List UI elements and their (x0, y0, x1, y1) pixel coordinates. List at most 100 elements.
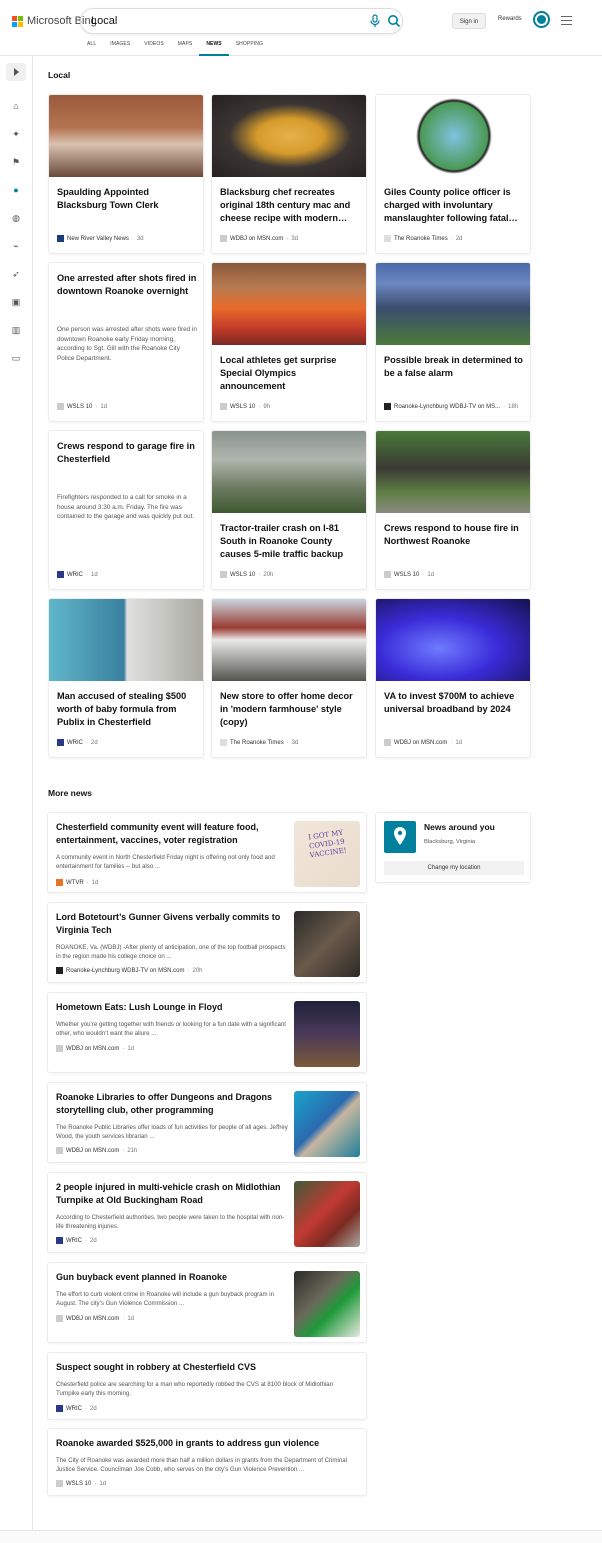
news-thumbnail[interactable] (294, 911, 360, 977)
source-name[interactable]: New River Valley News (67, 236, 129, 242)
article-title[interactable]: Crews respond to garage fire in Chesterf… (57, 440, 197, 482)
source-name[interactable]: WRIC (67, 740, 83, 746)
news-title[interactable]: Lord Botetourt’s Gunner Givens verbally … (56, 911, 284, 936)
article-title[interactable]: Local athletes get surprise Special Olym… (220, 354, 360, 396)
news-card[interactable]: Possible break in determined to be a fal… (375, 262, 531, 422)
article-image[interactable] (376, 263, 530, 345)
source-name[interactable]: WSLS 10 (67, 404, 92, 410)
news-card[interactable]: Local athletes get surprise Special Olym… (211, 262, 367, 422)
news-card[interactable]: Tractor-trailer crash on I-81 South in R… (211, 430, 367, 590)
news-title[interactable]: Roanoke Libraries to offer Dungeons and … (56, 1091, 284, 1116)
search-input[interactable] (91, 13, 351, 29)
rocket-icon[interactable]: ➶ (10, 268, 22, 280)
tab-all[interactable]: ALL (80, 40, 103, 56)
news-title[interactable]: 2 people injured in multi-vehicle crash … (56, 1181, 284, 1206)
news-card[interactable]: Crews respond to garage fire in Chesterf… (48, 430, 204, 590)
news-card[interactable]: Crews respond to house fire in Northwest… (375, 430, 531, 590)
news-card[interactable]: VA to invest $700M to achieve universal … (375, 598, 531, 758)
news-thumbnail[interactable] (294, 1271, 360, 1337)
source-name[interactable]: WDBJ on MSN.com (394, 740, 447, 746)
news-card[interactable]: New store to offer home decor in 'modern… (211, 598, 367, 758)
article-title[interactable]: Crews respond to house fire in Northwest… (384, 522, 524, 564)
tab-videos[interactable]: VIDEOS (137, 40, 171, 56)
search-icon[interactable] (386, 13, 402, 29)
news-card[interactable]: Giles County police officer is charged w… (375, 94, 531, 254)
expand-icon[interactable] (6, 63, 26, 81)
news-item[interactable]: Lord Botetourt’s Gunner Givens verbally … (47, 902, 367, 983)
source-name[interactable]: WTVR (66, 880, 84, 886)
video-icon[interactable]: ▣ (10, 296, 22, 308)
news-thumbnail[interactable]: I GOT MY COVID-19 VACCINE! (294, 821, 360, 887)
news-title[interactable]: Chesterfield community event will featur… (56, 821, 284, 846)
home-icon[interactable]: ⌂ (10, 100, 22, 112)
news-title[interactable]: Hometown Eats: Lush Lounge in Floyd (56, 1001, 284, 1014)
news-item[interactable]: Gun buyback event planned in Roanoke The … (47, 1262, 367, 1343)
microphone-icon[interactable] (368, 14, 382, 28)
news-item[interactable]: Roanoke awarded $525,000 in grants to ad… (47, 1428, 367, 1496)
rewards-icon[interactable] (533, 11, 550, 28)
news-thumbnail[interactable] (294, 1001, 360, 1067)
news-item[interactable]: 2 people injured in multi-vehicle crash … (47, 1172, 367, 1253)
source-name[interactable]: Roanoke-Lynchburg WDBJ-TV on MSN.com (66, 968, 185, 974)
source-name[interactable]: WDBJ on MSN.com (66, 1316, 119, 1322)
tab-news[interactable]: NEWS (199, 40, 230, 56)
source-name[interactable]: Roanoke-Lynchburg WDBJ-TV on MS... (394, 404, 500, 410)
article-title[interactable]: Possible break in determined to be a fal… (384, 354, 524, 396)
satellite-icon[interactable]: ✦ (10, 128, 22, 140)
source-name[interactable]: WDBJ on MSN.com (66, 1046, 119, 1052)
source-name[interactable]: WRIC (66, 1238, 82, 1244)
source-name[interactable]: The Roanoke Times (230, 740, 284, 746)
bank-icon[interactable]: ▥ (10, 324, 22, 336)
tab-images[interactable]: IMAGES (103, 40, 137, 56)
news-card[interactable]: Spaulding Appointed Blacksburg Town Cler… (48, 94, 204, 254)
source-name[interactable]: WDBJ on MSN.com (230, 236, 283, 242)
news-item[interactable]: Hometown Eats: Lush Lounge in Floyd Wheth… (47, 992, 367, 1073)
source-name[interactable]: WRIC (66, 1406, 82, 1412)
news-item[interactable]: Suspect sought in robbery at Chesterfiel… (47, 1352, 367, 1420)
article-image[interactable] (376, 95, 530, 177)
article-title[interactable]: New store to offer home decor in 'modern… (220, 690, 360, 732)
news-title[interactable]: Roanoke awarded $525,000 in grants to ad… (56, 1437, 356, 1450)
article-title[interactable]: Blacksburg chef recreates original 18th … (220, 186, 360, 228)
change-location-button[interactable]: Change my location (384, 861, 524, 875)
news-thumbnail[interactable] (294, 1181, 360, 1247)
sign-in-button[interactable]: Sign in (452, 13, 486, 29)
article-image[interactable] (49, 599, 203, 681)
rewards-link[interactable]: Rewards (498, 16, 522, 22)
hamburger-menu-icon[interactable] (561, 16, 572, 25)
news-item[interactable]: Roanoke Libraries to offer Dungeons and … (47, 1082, 367, 1163)
tab-maps[interactable]: MAPS (171, 40, 200, 56)
article-image[interactable] (376, 431, 530, 513)
news-title[interactable]: Suspect sought in robbery at Chesterfiel… (56, 1361, 356, 1374)
globe-icon[interactable]: ◍ (10, 212, 22, 224)
card-icon[interactable]: ▭ (10, 352, 22, 364)
article-title[interactable]: Spaulding Appointed Blacksburg Town Cler… (57, 186, 197, 228)
source-name[interactable]: The Roanoke Times (394, 236, 448, 242)
article-title[interactable]: Tractor-trailer crash on I-81 South in R… (220, 522, 360, 564)
article-title[interactable]: Giles County police officer is charged w… (384, 186, 524, 228)
article-image[interactable] (376, 599, 530, 681)
news-card[interactable]: One arrested after shots fired in downto… (48, 262, 204, 422)
source-name[interactable]: WDBJ on MSN.com (66, 1148, 119, 1154)
article-image[interactable] (212, 431, 366, 513)
source-name[interactable]: WSLS 10 (394, 572, 419, 578)
article-title[interactable]: VA to invest $700M to achieve universal … (384, 690, 524, 732)
news-title[interactable]: Gun buyback event planned in Roanoke (56, 1271, 284, 1284)
flag-icon[interactable]: ⚑ (10, 156, 22, 168)
chart-icon[interactable]: ⌁ (10, 240, 22, 252)
source-name[interactable]: WSLS 10 (66, 1481, 91, 1487)
source-name[interactable]: WRIC (67, 572, 83, 578)
article-title[interactable]: Man accused of stealing $500 worth of ba… (57, 690, 197, 732)
tab-shopping[interactable]: SHOPPING (229, 40, 270, 56)
source-name[interactable]: WSLS 10 (230, 404, 255, 410)
location-icon[interactable]: ● (10, 184, 22, 196)
news-card[interactable]: Man accused of stealing $500 worth of ba… (48, 598, 204, 758)
news-thumbnail[interactable] (294, 1091, 360, 1157)
article-image[interactable] (212, 95, 366, 177)
article-image[interactable] (212, 263, 366, 345)
news-card[interactable]: Blacksburg chef recreates original 18th … (211, 94, 367, 254)
article-title[interactable]: One arrested after shots fired in downto… (57, 272, 197, 314)
article-image[interactable] (49, 95, 203, 177)
article-image[interactable] (212, 599, 366, 681)
news-item[interactable]: Chesterfield community event will featur… (47, 812, 367, 893)
